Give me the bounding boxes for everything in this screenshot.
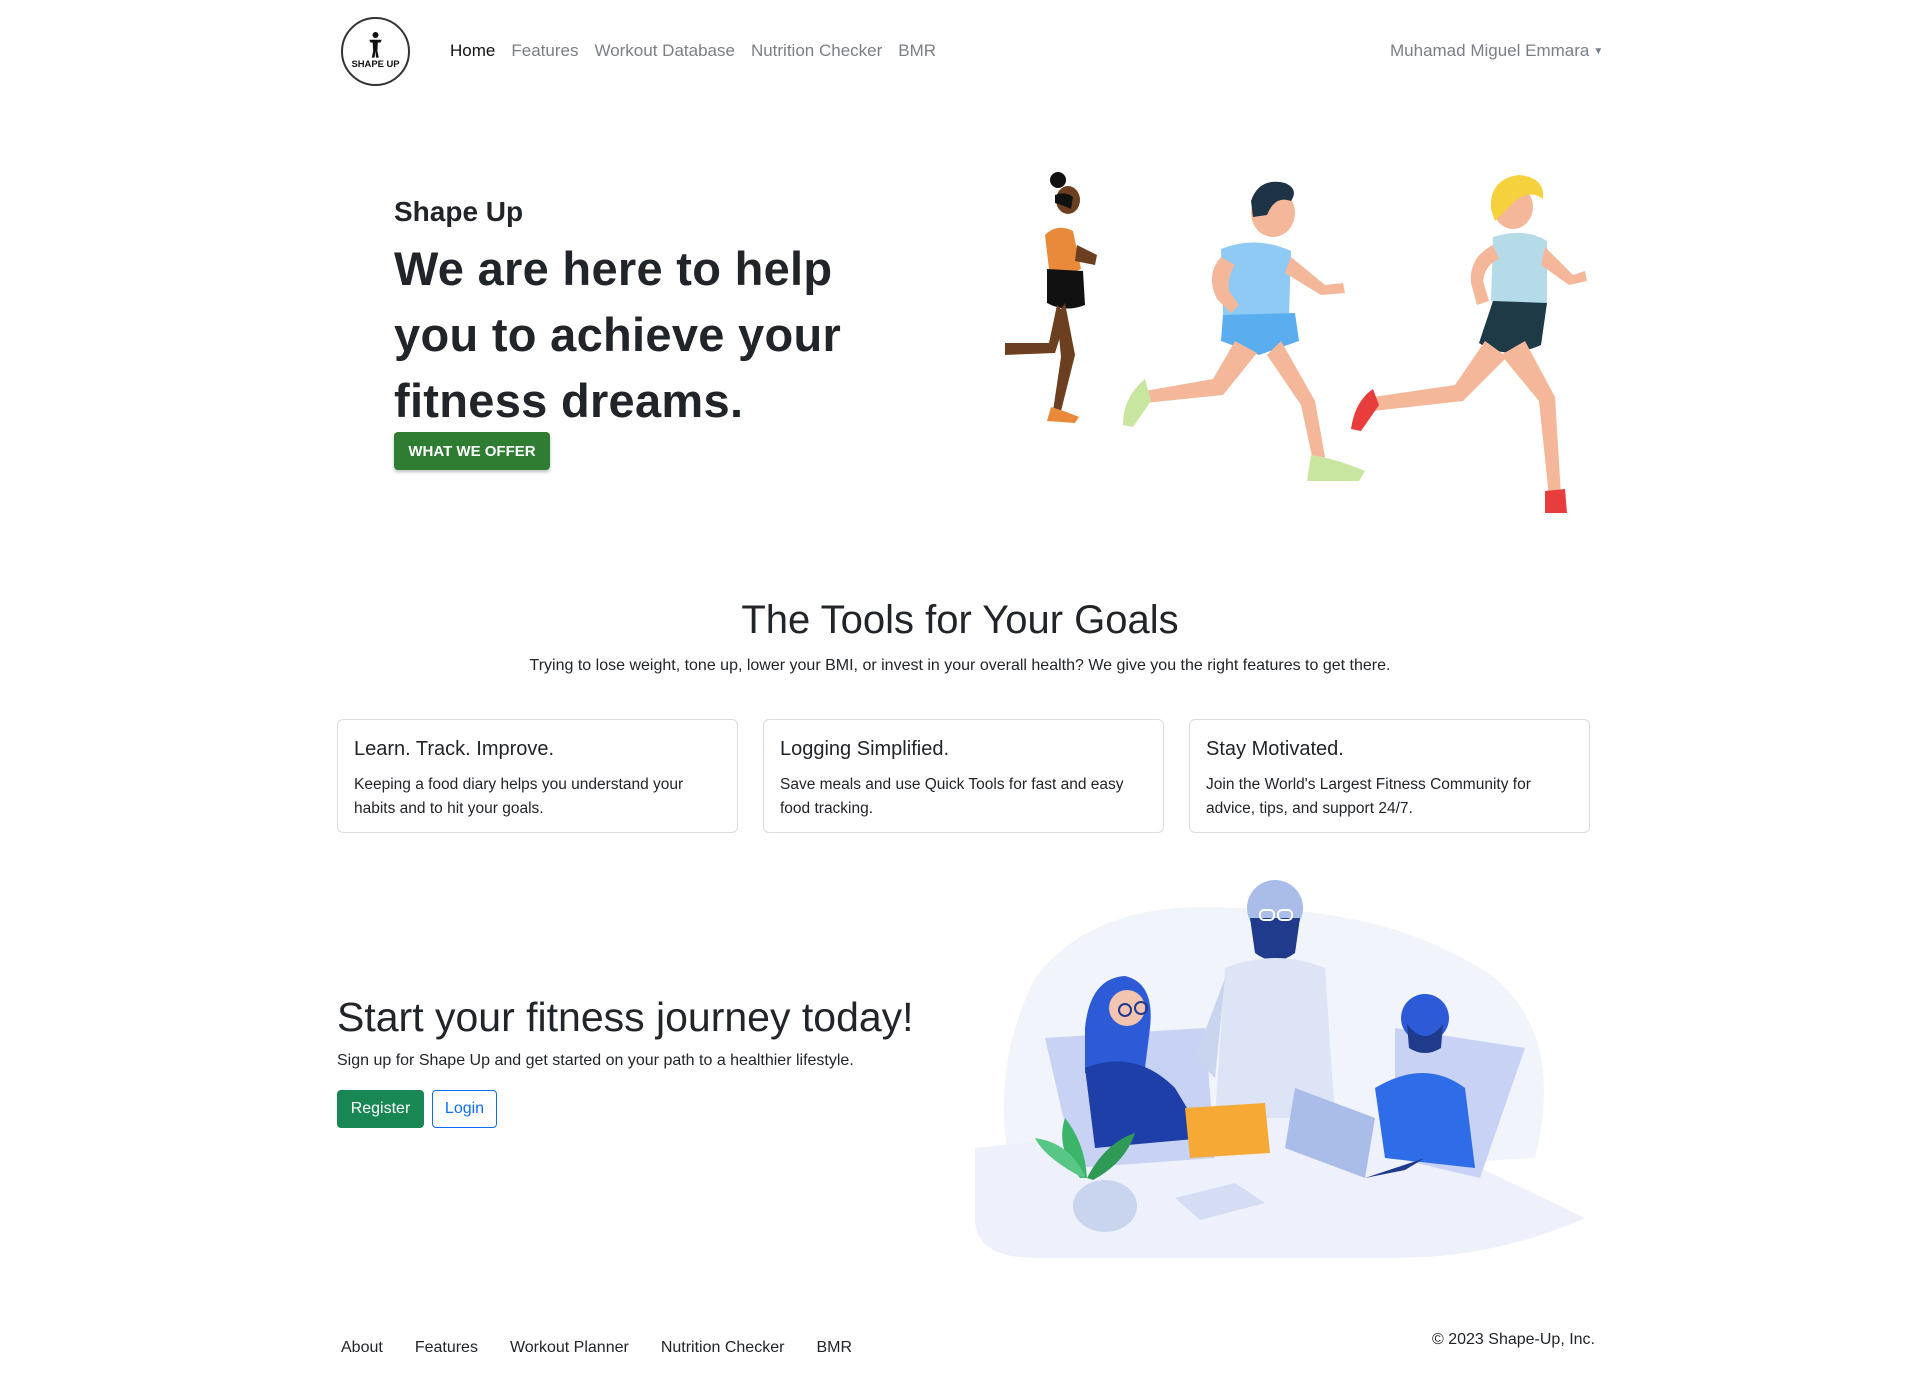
caret-down-icon: ▼ <box>1593 46 1604 57</box>
logo-runner-icon: SHAPE UP <box>351 32 400 69</box>
feature-card-title: Stay Motivated. <box>1206 738 1344 760</box>
footer-link-features[interactable]: Features <box>415 1339 478 1357</box>
nav-bmr[interactable]: BMR <box>898 41 936 61</box>
footer-link-about[interactable]: About <box>341 1339 383 1357</box>
runner-2 <box>1123 181 1365 481</box>
logo[interactable]: SHAPE UP <box>341 17 410 86</box>
nav-nutrition-checker[interactable]: Nutrition Checker <box>751 41 882 61</box>
copyright: © 2023 Shape-Up, Inc. <box>1432 1331 1595 1348</box>
login-button[interactable]: Login <box>432 1090 497 1128</box>
feature-card-motivated: Stay Motivated. Join the World's Largest… <box>1189 719 1590 833</box>
user-menu[interactable]: Muhamad Miguel Emmara ▼ <box>1390 41 1603 61</box>
feature-card-text: Save meals and use Quick Tools for fast … <box>780 776 1124 817</box>
register-button[interactable]: Register <box>337 1090 424 1128</box>
footer-link-workout-planner[interactable]: Workout Planner <box>510 1339 629 1357</box>
user-name: Muhamad Miguel Emmara <box>1390 41 1590 60</box>
runner-1 <box>1005 172 1097 423</box>
runner-3 <box>1351 175 1587 513</box>
hero-brand: Shape Up <box>394 196 524 227</box>
feature-card-logging: Logging Simplified. Save meals and use Q… <box>763 719 1164 833</box>
footer-link-bmr[interactable]: BMR <box>816 1339 852 1357</box>
feature-card-title: Logging Simplified. <box>780 738 949 760</box>
nav-features[interactable]: Features <box>511 41 578 61</box>
hero-headline: We are here to help you to achieve your … <box>394 242 842 427</box>
tools-subtitle: Trying to lose weight, tone up, lower yo… <box>529 657 1391 674</box>
nav-home[interactable]: Home <box>450 41 495 61</box>
feature-card-text: Keeping a food diary helps you understan… <box>354 776 684 817</box>
nav-workout-database[interactable]: Workout Database <box>594 41 734 61</box>
feature-card-title: Learn. Track. Improve. <box>354 738 555 760</box>
footer-nav: About Features Workout Planner Nutrition… <box>341 1339 852 1357</box>
what-we-offer-button[interactable]: WHAT WE OFFER <box>394 432 550 470</box>
runners-illustration <box>1005 172 1587 513</box>
logo-text: SHAPE UP <box>351 58 399 69</box>
team-meeting-illustration <box>975 880 1585 1258</box>
cta-subtitle: Sign up for Shape Up and get started on … <box>337 1052 854 1069</box>
tools-title: The Tools for Your Goals <box>741 598 1179 642</box>
feature-card-text: Join the World's Largest Fitness Communi… <box>1206 776 1531 817</box>
footer-link-nutrition-checker[interactable]: Nutrition Checker <box>661 1339 785 1357</box>
feature-card-learn: Learn. Track. Improve. Keeping a food di… <box>337 719 738 833</box>
cta-title: Start your fitness journey today! <box>337 994 914 1040</box>
main-nav: Home Features Workout Database Nutrition… <box>450 41 936 61</box>
